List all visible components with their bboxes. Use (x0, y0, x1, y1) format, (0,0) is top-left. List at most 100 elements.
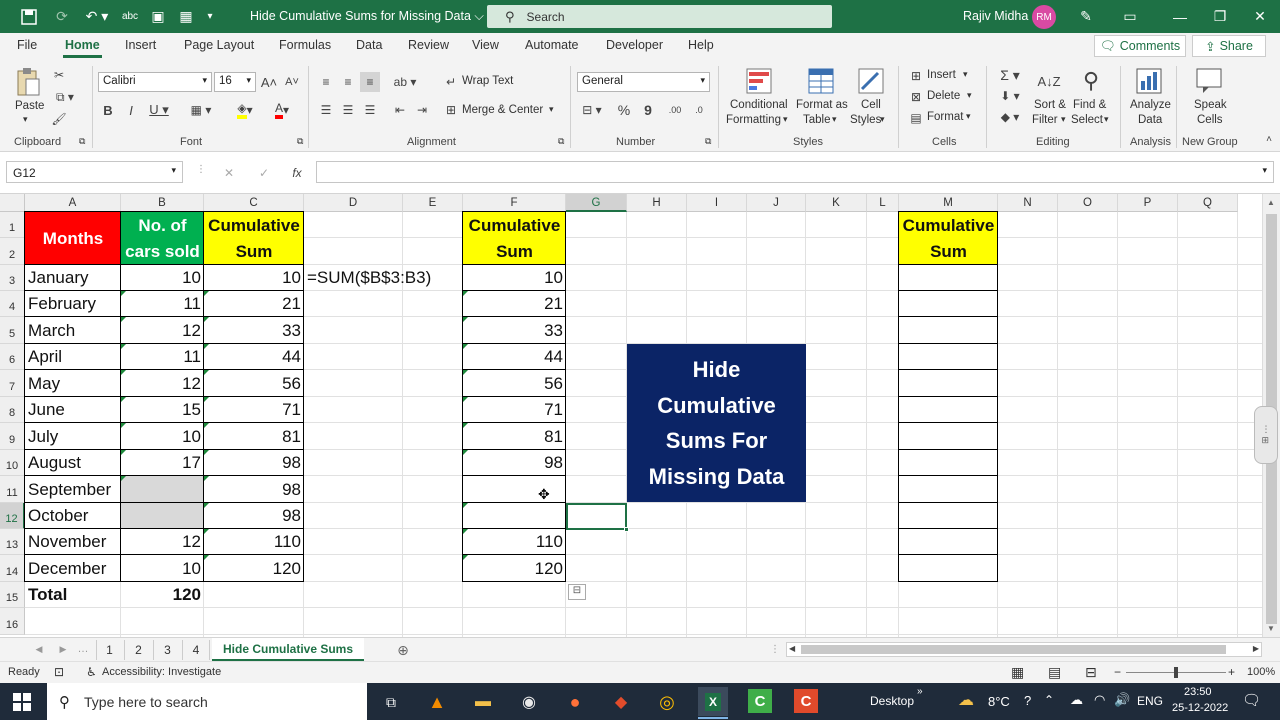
fill-icon[interactable]: ⬇ ▾ (996, 87, 1024, 105)
normal-view-icon[interactable]: ▦ (1011, 664, 1024, 681)
maximize-icon[interactable]: ❐ (1200, 0, 1240, 33)
column-header[interactable]: N (998, 194, 1058, 212)
conditional-formatting-icon[interactable] (744, 66, 774, 96)
row-header[interactable]: 10 (0, 450, 25, 476)
font-name-select[interactable]: Calibri ▾ (98, 72, 212, 92)
decrease-indent-icon[interactable]: ⇤ (390, 100, 410, 120)
zoom-slider-thumb[interactable] (1174, 667, 1178, 678)
align-middle-icon[interactable]: ≡ (338, 72, 358, 92)
tab-home[interactable]: Home (63, 38, 102, 58)
tab-automate[interactable]: Automate (525, 38, 579, 52)
row-header[interactable]: 1 (0, 212, 25, 238)
font-size-select[interactable]: 16 ▾ (214, 72, 256, 92)
column-header[interactable]: K (806, 194, 867, 212)
sheet-tab-3[interactable]: 3 (153, 640, 181, 660)
quick-access-dropdown-icon[interactable]: ▾ (200, 0, 220, 33)
paste-icon[interactable] (14, 66, 42, 98)
column-header[interactable]: J (747, 194, 806, 212)
clock-date[interactable]: 25-12-2022 (1172, 702, 1228, 714)
next-sheet-icon[interactable]: ▶ (56, 642, 70, 656)
row-header[interactable]: 8 (0, 397, 25, 423)
scroll-down-icon[interactable]: ▼ (1267, 624, 1275, 633)
column-header[interactable]: A (25, 194, 121, 212)
total-label[interactable]: Total (25, 582, 121, 608)
tab-file[interactable]: File (17, 38, 37, 52)
total-value[interactable]: 120 (121, 582, 204, 608)
row-header[interactable]: 7 (0, 370, 25, 397)
sort-filter-label-2[interactable]: Filter (1032, 114, 1058, 126)
conditional-formatting-label-1[interactable]: Conditional (730, 99, 788, 111)
row-header[interactable]: 2 (0, 238, 25, 265)
tab-insert[interactable]: Insert (125, 38, 156, 52)
paste-button[interactable]: Paste (15, 100, 44, 112)
tab-review[interactable]: Review (408, 38, 449, 52)
name-box[interactable]: G12 ▾ (6, 161, 183, 183)
decrease-font-icon[interactable]: A˅ (282, 72, 302, 92)
speak-cells-label-1[interactable]: Speak (1194, 99, 1227, 111)
chrome-icon[interactable]: ◎ (656, 691, 678, 713)
tab-page-layout[interactable]: Page Layout (184, 38, 254, 52)
sort-filter-icon[interactable]: A↓Z (1034, 66, 1064, 96)
tray-expand-icon[interactable]: ⌃ (1044, 693, 1054, 707)
merge-center-icon[interactable]: ⊞ (443, 100, 459, 120)
comma-style-icon[interactable]: 9 (638, 100, 658, 120)
accessibility-status[interactable]: Accessibility: Investigate (102, 666, 221, 678)
page-layout-view-icon[interactable]: ▤ (1048, 664, 1061, 681)
camtasia-icon[interactable]: C (748, 689, 772, 713)
zoom-in-icon[interactable]: + (1228, 665, 1235, 679)
app-icon[interactable]: ◉ (518, 691, 540, 713)
enter-icon[interactable]: ✓ (255, 164, 273, 182)
column-header[interactable]: P (1118, 194, 1178, 212)
drag-handle-icon[interactable]: ⋮ (196, 164, 206, 180)
cancel-icon[interactable]: ✕ (220, 164, 238, 182)
minimize-icon[interactable]: — (1160, 0, 1200, 33)
format-cells-icon[interactable]: ▤ (908, 110, 924, 126)
find-select-label-2[interactable]: Select (1071, 114, 1103, 126)
delete-cells-icon[interactable]: ⊠ (908, 89, 924, 105)
italic-icon[interactable]: I (121, 100, 141, 120)
clear-icon[interactable]: ◆ ▾ (996, 108, 1024, 126)
column-header[interactable]: I (687, 194, 747, 212)
align-left-icon[interactable]: ☰ (316, 100, 336, 120)
font-color-icon[interactable]: A ▾ (266, 100, 298, 120)
underline-icon[interactable]: U ▾ (144, 100, 174, 120)
sheet-tab-1[interactable]: 1 (96, 640, 122, 660)
column-header[interactable]: L (867, 194, 899, 212)
cut-icon[interactable]: ✂ (50, 66, 68, 84)
cell-styles-icon[interactable] (856, 66, 886, 96)
row-header[interactable]: 3 (0, 265, 25, 291)
column-header[interactable]: D (304, 194, 403, 212)
align-top-icon[interactable]: ≡ (316, 72, 336, 92)
camtasia-recorder-icon[interactable]: C (794, 689, 818, 713)
undo-icon[interactable]: ↶ ▾ (82, 0, 112, 33)
pen-icon[interactable]: ✎ (1074, 0, 1098, 33)
wifi-icon[interactable]: ◠ (1094, 692, 1105, 708)
cell-styles-label-1[interactable]: Cell (861, 99, 881, 111)
save-icon[interactable] (14, 0, 44, 33)
zoom-level[interactable]: 100% (1247, 666, 1275, 678)
row-header[interactable]: 9 (0, 423, 25, 450)
task-view-icon[interactable]: ⧉ (380, 691, 402, 713)
tab-formulas[interactable]: Formulas (279, 38, 331, 52)
tab-developer[interactable]: Developer (606, 38, 663, 52)
share-button[interactable]: ⇪ Share (1192, 35, 1266, 57)
format-as-table-icon[interactable] (806, 66, 836, 96)
close-icon[interactable]: ✕ (1240, 0, 1280, 33)
side-panel-handle[interactable]: ⋮ ⊞ (1254, 406, 1278, 464)
select-all-button[interactable] (0, 194, 25, 212)
merge-dropdown-icon[interactable]: ▾ (549, 104, 554, 115)
document-title[interactable]: Hide Cumulative Sums for Missing Data ⌵ (250, 9, 484, 24)
font-launcher-icon[interactable]: ⧉ (297, 136, 303, 147)
firefox-icon[interactable]: ● (564, 691, 586, 713)
taskbar-search[interactable]: ⚲ Type here to search (47, 683, 367, 720)
find-select-label-1[interactable]: Find & (1073, 99, 1106, 111)
title-banner[interactable]: Hide Cumulative Sums For Missing Data (627, 344, 806, 502)
avatar[interactable]: RM (1032, 5, 1056, 29)
scroll-up-icon[interactable]: ▲ (1267, 198, 1275, 207)
column-header[interactable]: B (121, 194, 204, 212)
column-header[interactable]: O (1058, 194, 1118, 212)
clipboard-launcher-icon[interactable]: ⧉ (79, 136, 85, 147)
orientation-icon[interactable]: ab ▾ (390, 72, 420, 92)
merge-center-button[interactable]: Merge & Center (462, 104, 543, 116)
borders-icon[interactable]: ▦ ▾ (186, 100, 216, 120)
